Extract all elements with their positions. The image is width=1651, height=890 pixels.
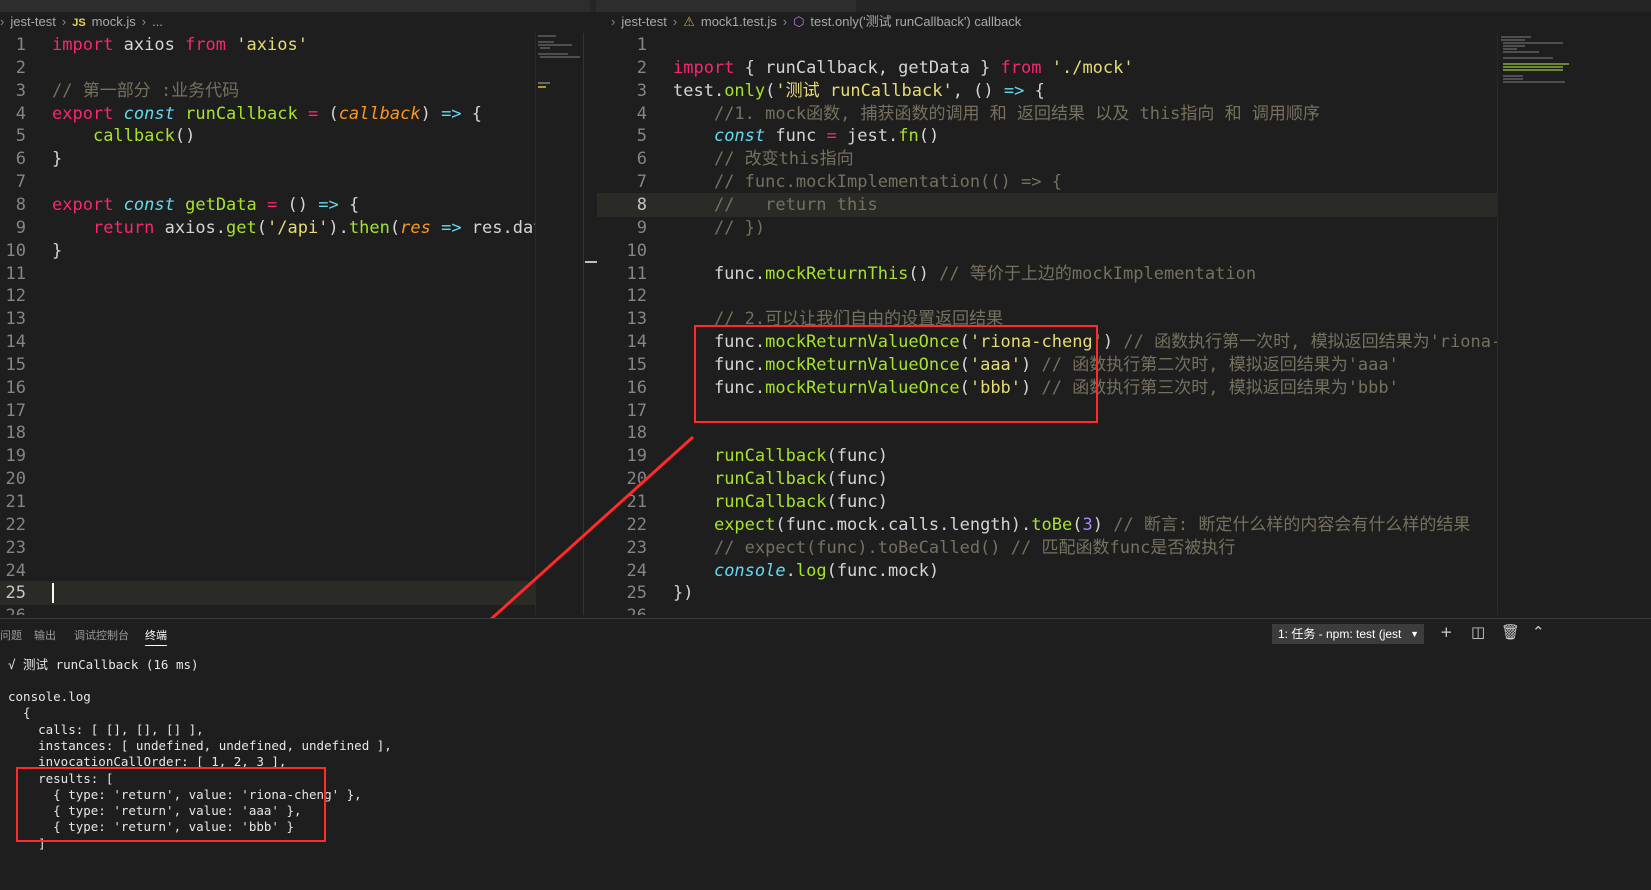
annotation-box-results [16,767,326,842]
tab-debug-console[interactable]: 调试控制台 [74,627,129,643]
tab-terminal[interactable]: 终端 [145,627,167,646]
chevron-down-icon: ▼ [1410,629,1419,639]
chevron-up-icon[interactable]: ⌃ [1532,623,1545,641]
terminal-task-select[interactable]: 1: 任务 - npm: test (jest ▼ [1272,624,1424,644]
terminal-line: { [8,705,31,721]
bottom-panel: 问题 输出 调试控制台 终端 1: 任务 - npm: test (jest ▼ … [0,618,1651,890]
trash-icon[interactable]: 🗑 [1501,623,1520,641]
terminal-line: calls: [ [], [], [] ], [8,721,204,737]
task-select-value: 1: 任务 - npm: test (jest [1278,627,1402,641]
terminal-line: instances: [ undefined, undefined, undef… [8,737,392,753]
plus-icon[interactable]: + [1440,623,1453,641]
tab-problems[interactable]: 问题 [0,627,22,643]
terminal-line: √ 测试 runCallback (16 ms) [8,657,199,672]
tab-output[interactable]: 输出 [34,627,56,643]
terminal-line: console.log [8,689,91,704]
split-icon[interactable]: ◫ [1471,623,1485,641]
